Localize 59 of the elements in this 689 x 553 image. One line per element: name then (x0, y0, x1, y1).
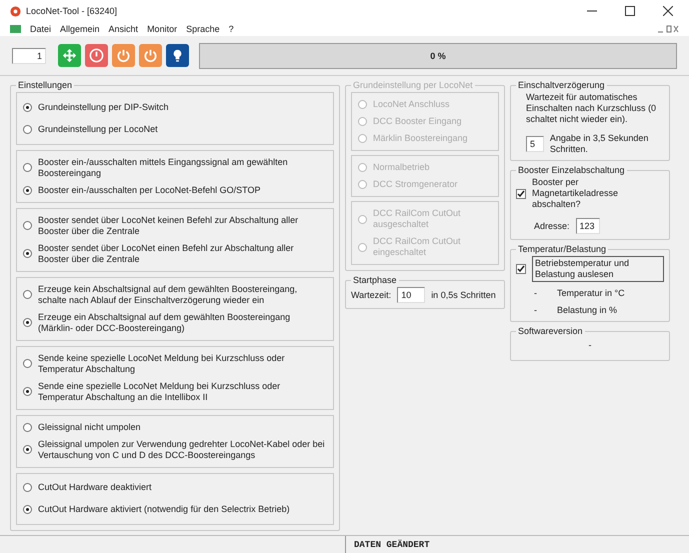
radio-option[interactable]: Sende eine spezielle LocoNet Meldung bei Kurzschluss oder Temperatur Abschaltung an die Intellibox II (23, 380, 327, 402)
radio-option[interactable]: Grundeinstellung per LocoNet (23, 124, 327, 135)
unit-label: Angabe in 3,5 Sekunden Schritten. (550, 133, 650, 155)
power-icon (116, 48, 131, 63)
group-title: Booster Einzelabschaltung (517, 165, 626, 175)
radio-option[interactable]: Sende keine spezielle LocoNet Meldung bei Kurzschluss oder Temperatur Abschaltung (23, 352, 327, 374)
maximize-icon[interactable] (625, 6, 635, 16)
progress-label: 0 % (430, 50, 446, 60)
field-label: Adresse: (534, 220, 570, 232)
reading-label: Belastung in % (557, 305, 618, 316)
reading-label: Temperatur in °C (557, 288, 625, 299)
checkbox[interactable] (516, 264, 526, 274)
status-text: DATEN GEÄNDERT (345, 536, 689, 553)
checkbox[interactable] (516, 188, 526, 198)
radio-option[interactable]: Booster sendet über LocoNet keinen Befehl zur Abschaltung aller Booster über die Zentrale (23, 214, 327, 236)
radio-option[interactable]: Gleissignal nicht umpolen (23, 422, 327, 432)
arrows-icon (62, 48, 77, 63)
version-value: - (588, 340, 592, 351)
close-icon[interactable] (663, 6, 673, 16)
address-field[interactable]: 1 (12, 48, 46, 64)
menu-item[interactable]: Allgemein (60, 24, 100, 34)
radio-option[interactable]: CutOut Hardware deaktiviert (23, 482, 327, 494)
unit-label: in 0,5s Schritten (431, 290, 496, 300)
group-title: Einschaltverzögerung (517, 80, 606, 90)
description-text: Wartezeit für automatisches Einschalten nach Kurzschluss (0 schaltet nicht wieder ein). (525, 92, 658, 125)
radio-option[interactable]: Gleissignal umpolen zur Verwendung gedrehter LocoNet-Kabel oder bei Vertauschung von C und D des DCC-Boostereingangs (23, 438, 327, 460)
delay-field[interactable]: 5 (526, 136, 544, 152)
menu-item[interactable]: Ansicht (108, 24, 138, 34)
radio-option[interactable]: Booster ein-/ausschalten mittels Eingangssignal am gewählten Boostereingang (23, 156, 327, 178)
window-title: LocoNet-Tool - [63240] (26, 6, 118, 16)
group-title: Einstellungen (17, 80, 74, 90)
group-title: Startphase (352, 275, 398, 285)
power-icon (143, 48, 158, 63)
menu-item[interactable]: ? (228, 24, 234, 34)
radio-option[interactable]: Booster ein-/ausschalten per LocoNet-Befehl GO/STOP (23, 184, 327, 196)
document-icon (10, 25, 21, 33)
menu-item[interactable]: Datei (30, 24, 52, 34)
menu-item[interactable]: Sprache (186, 24, 220, 34)
window-controls-icon[interactable] (657, 25, 679, 33)
checkbox-label[interactable]: Betriebstemperatur und Belastung auslesen (532, 256, 664, 282)
reading-value: - (534, 288, 537, 299)
checkbox-label[interactable]: Booster per Magnetartikeladresse abschalten? (532, 177, 664, 210)
group-title: Softwareversion (517, 326, 584, 336)
menu-item[interactable]: Monitor (147, 24, 178, 34)
radio-option[interactable]: CutOut Hardware aktiviert (notwendig für den Selectrix Betrieb) (23, 504, 327, 516)
toolbar-button[interactable] (85, 44, 108, 67)
reading-value: - (534, 305, 537, 316)
wait-time-field[interactable]: 10 (397, 287, 426, 303)
radio-option[interactable]: Booster sendet über LocoNet einen Befehl zur Abschaltung aller Booster über die Zentrale (23, 242, 327, 264)
group-title: Temperatur/Belastung (517, 244, 608, 254)
app-icon (10, 6, 21, 16)
radio-option[interactable]: Grundeinstellung per DIP-Switch (23, 102, 327, 113)
power-icon (89, 48, 104, 63)
group-title: Grundeinstellung per LocoNet (352, 80, 474, 90)
toolbar-button[interactable] (166, 44, 189, 67)
address-field[interactable]: 123 (576, 218, 600, 234)
radio-option[interactable]: Erzeuge kein Abschaltsignal auf dem gewählten Boostereingang, schalte nach Ablauf der Einschaltverzögerung wieder ein (23, 284, 327, 306)
radio-option[interactable]: Erzeuge ein Abschaltsignal auf dem gewählten Boostereingang (Märklin- oder DCC-Boostereingang) (23, 312, 327, 334)
field-label: Wartezeit: (351, 290, 392, 300)
